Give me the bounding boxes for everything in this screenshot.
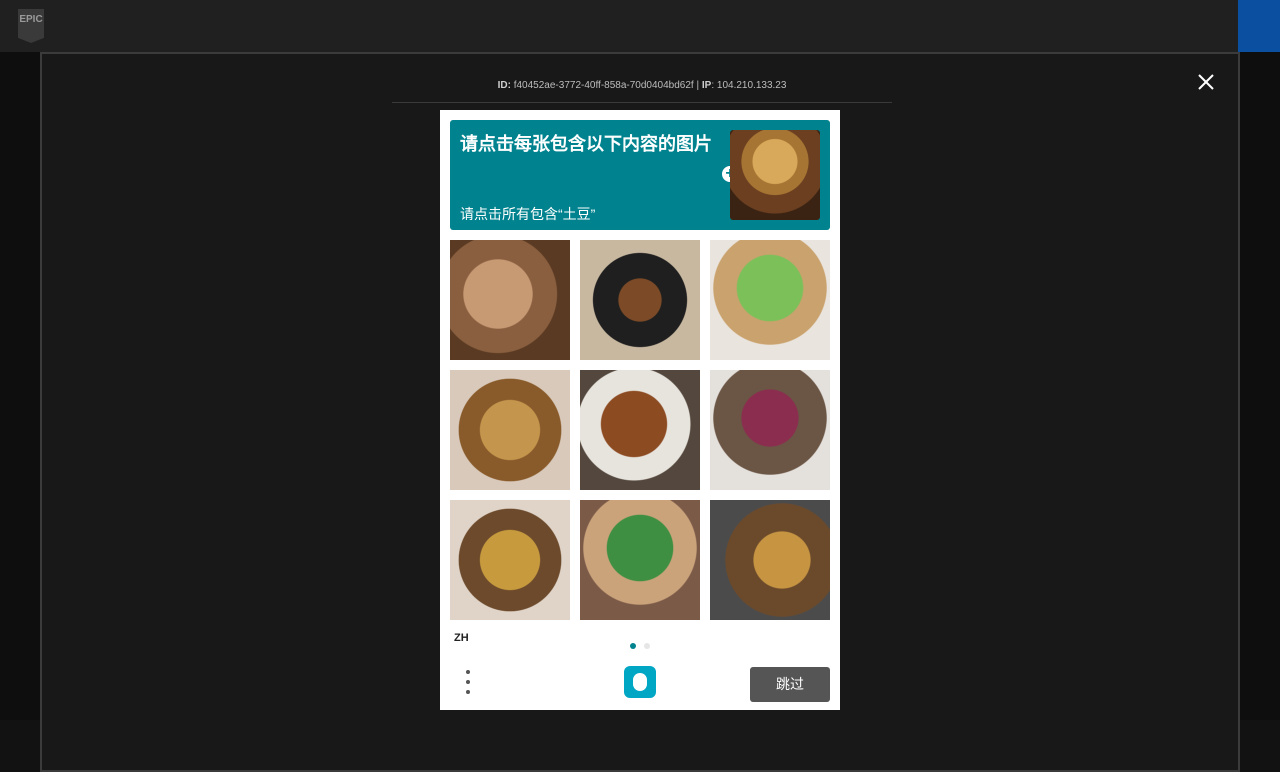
captcha-modal: ID: f40452ae-3772-40ff-858a-70d0404bd62f… (40, 52, 1240, 772)
hcaptcha-widget: 请点击每张包含以下内容的图片 请点击所有包含“土豆” + ZH (440, 110, 840, 710)
grid-tile[interactable] (580, 370, 700, 490)
ip-value: 104.210.133.23 (716, 80, 787, 91)
app-topbar: EPIC (0, 0, 1280, 52)
close-icon[interactable] (1196, 72, 1216, 92)
language-selector[interactable]: ZH (454, 632, 469, 644)
id-label: ID: (497, 80, 511, 91)
grid-tile[interactable] (450, 240, 570, 360)
request-meta: ID: f40452ae-3772-40ff-858a-70d0404bd62f… (497, 80, 787, 91)
id-value: f40452ae-3772-40ff-858a-70d0404bd62f (513, 80, 694, 91)
page-dot-active (630, 643, 636, 649)
grid-tile[interactable] (580, 240, 700, 360)
image-grid (450, 240, 830, 620)
captcha-prompt: 请点击每张包含以下内容的图片 请点击所有包含“土豆” + (450, 120, 830, 230)
skip-button[interactable]: 跳过 (750, 667, 830, 702)
grid-tile[interactable] (710, 500, 830, 620)
prompt-title: 请点击每张包含以下内容的图片 (460, 134, 712, 154)
grid-tile[interactable] (450, 500, 570, 620)
grid-tile[interactable] (710, 240, 830, 360)
modal-overlay: ID: f40452ae-3772-40ff-858a-70d0404bd62f… (0, 52, 1280, 772)
reference-image (730, 130, 820, 220)
meta-divider (392, 102, 892, 103)
epic-logo: EPIC (18, 9, 44, 43)
page-dot (644, 643, 651, 649)
more-menu-icon[interactable] (466, 670, 470, 694)
meta-separator: | (696, 80, 700, 91)
grid-tile[interactable] (710, 370, 830, 490)
prompt-subtitle: 请点击所有包含“土豆” (460, 206, 596, 222)
grid-tile[interactable] (450, 370, 570, 490)
topbar-accent-block (1238, 0, 1280, 52)
hcaptcha-logo-icon (624, 666, 656, 698)
pagination-dots (630, 636, 654, 654)
grid-tile[interactable] (580, 500, 700, 620)
ip-label: IP (701, 80, 712, 91)
